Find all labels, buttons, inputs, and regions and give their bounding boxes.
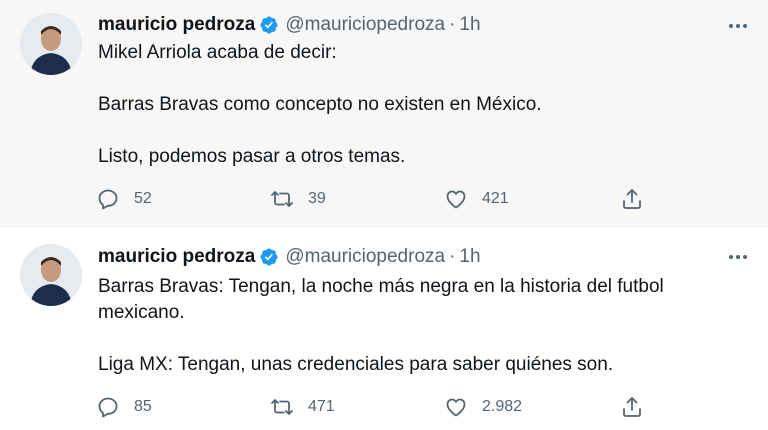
tweet-paragraph: Listo, podemos pasar a otros temas. bbox=[98, 146, 406, 167]
tweet-text: Mikel Arriola acaba de decir: Barras Bra… bbox=[98, 40, 718, 170]
tweet-paragraph: Liga MX: Tengan, unas credenciales para … bbox=[98, 354, 614, 375]
share-button[interactable] bbox=[620, 186, 644, 212]
timestamp[interactable]: 1h bbox=[459, 14, 480, 36]
tweet-paragraph: Barras Bravas como concepto no existen e… bbox=[98, 94, 542, 115]
like-count: 2.982 bbox=[482, 398, 523, 415]
share-icon bbox=[623, 397, 641, 417]
like-count: 421 bbox=[482, 190, 509, 207]
timestamp[interactable]: 1h bbox=[459, 246, 480, 268]
author-handle[interactable]: @mauriciopedroza bbox=[285, 246, 445, 268]
reply-button[interactable]: 85 bbox=[96, 394, 152, 420]
tweet[interactable]: mauricio pedroza @mauriciopedroza · 1h B… bbox=[0, 227, 768, 430]
tweet-actions: 85 471 2.982 bbox=[96, 394, 656, 420]
retweet-count: 39 bbox=[308, 190, 326, 207]
like-heart-icon bbox=[446, 190, 466, 209]
avatar[interactable] bbox=[20, 13, 82, 75]
author-name[interactable]: mauricio pedroza bbox=[98, 246, 255, 268]
share-icon bbox=[623, 189, 641, 209]
retweet-button[interactable]: 471 bbox=[270, 394, 335, 420]
tweet-header: mauricio pedroza @mauriciopedroza · 1h bbox=[98, 244, 481, 270]
verified-badge-icon bbox=[259, 247, 279, 267]
tweet-paragraph: Mikel Arriola acaba de decir: bbox=[98, 42, 337, 63]
tweet[interactable]: mauricio pedroza @mauriciopedroza · 1h M… bbox=[0, 0, 768, 226]
retweet-button[interactable]: 39 bbox=[270, 186, 326, 212]
author-name[interactable]: mauricio pedroza bbox=[98, 14, 255, 36]
share-button[interactable] bbox=[620, 394, 644, 420]
tweet-text: Barras Bravas: Tengan, la noche más negr… bbox=[98, 274, 718, 378]
more-options-icon[interactable] bbox=[726, 16, 750, 36]
avatar-image bbox=[20, 13, 82, 75]
reply-button[interactable]: 52 bbox=[96, 186, 152, 212]
like-button[interactable]: 421 bbox=[444, 186, 509, 212]
tweet-actions: 52 39 421 bbox=[96, 186, 656, 212]
tweet-paragraph: Barras Bravas: Tengan, la noche más negr… bbox=[98, 276, 670, 323]
like-button[interactable]: 2.982 bbox=[444, 394, 522, 420]
reply-count: 85 bbox=[134, 398, 152, 415]
retweet-icon bbox=[271, 191, 293, 207]
avatar-image bbox=[20, 244, 82, 306]
retweet-count: 471 bbox=[308, 398, 335, 415]
like-heart-icon bbox=[446, 398, 466, 417]
reply-icon bbox=[98, 189, 118, 210]
reply-icon bbox=[98, 397, 118, 418]
author-handle[interactable]: @mauriciopedroza bbox=[285, 14, 445, 36]
avatar[interactable] bbox=[20, 244, 82, 306]
verified-badge-icon bbox=[259, 15, 279, 35]
retweet-icon bbox=[271, 399, 293, 415]
more-options-icon[interactable] bbox=[726, 247, 750, 267]
reply-count: 52 bbox=[134, 190, 152, 207]
tweet-header: mauricio pedroza @mauriciopedroza · 1h bbox=[98, 12, 481, 38]
separator-dot: · bbox=[449, 14, 456, 35]
separator-dot: · bbox=[449, 246, 456, 267]
